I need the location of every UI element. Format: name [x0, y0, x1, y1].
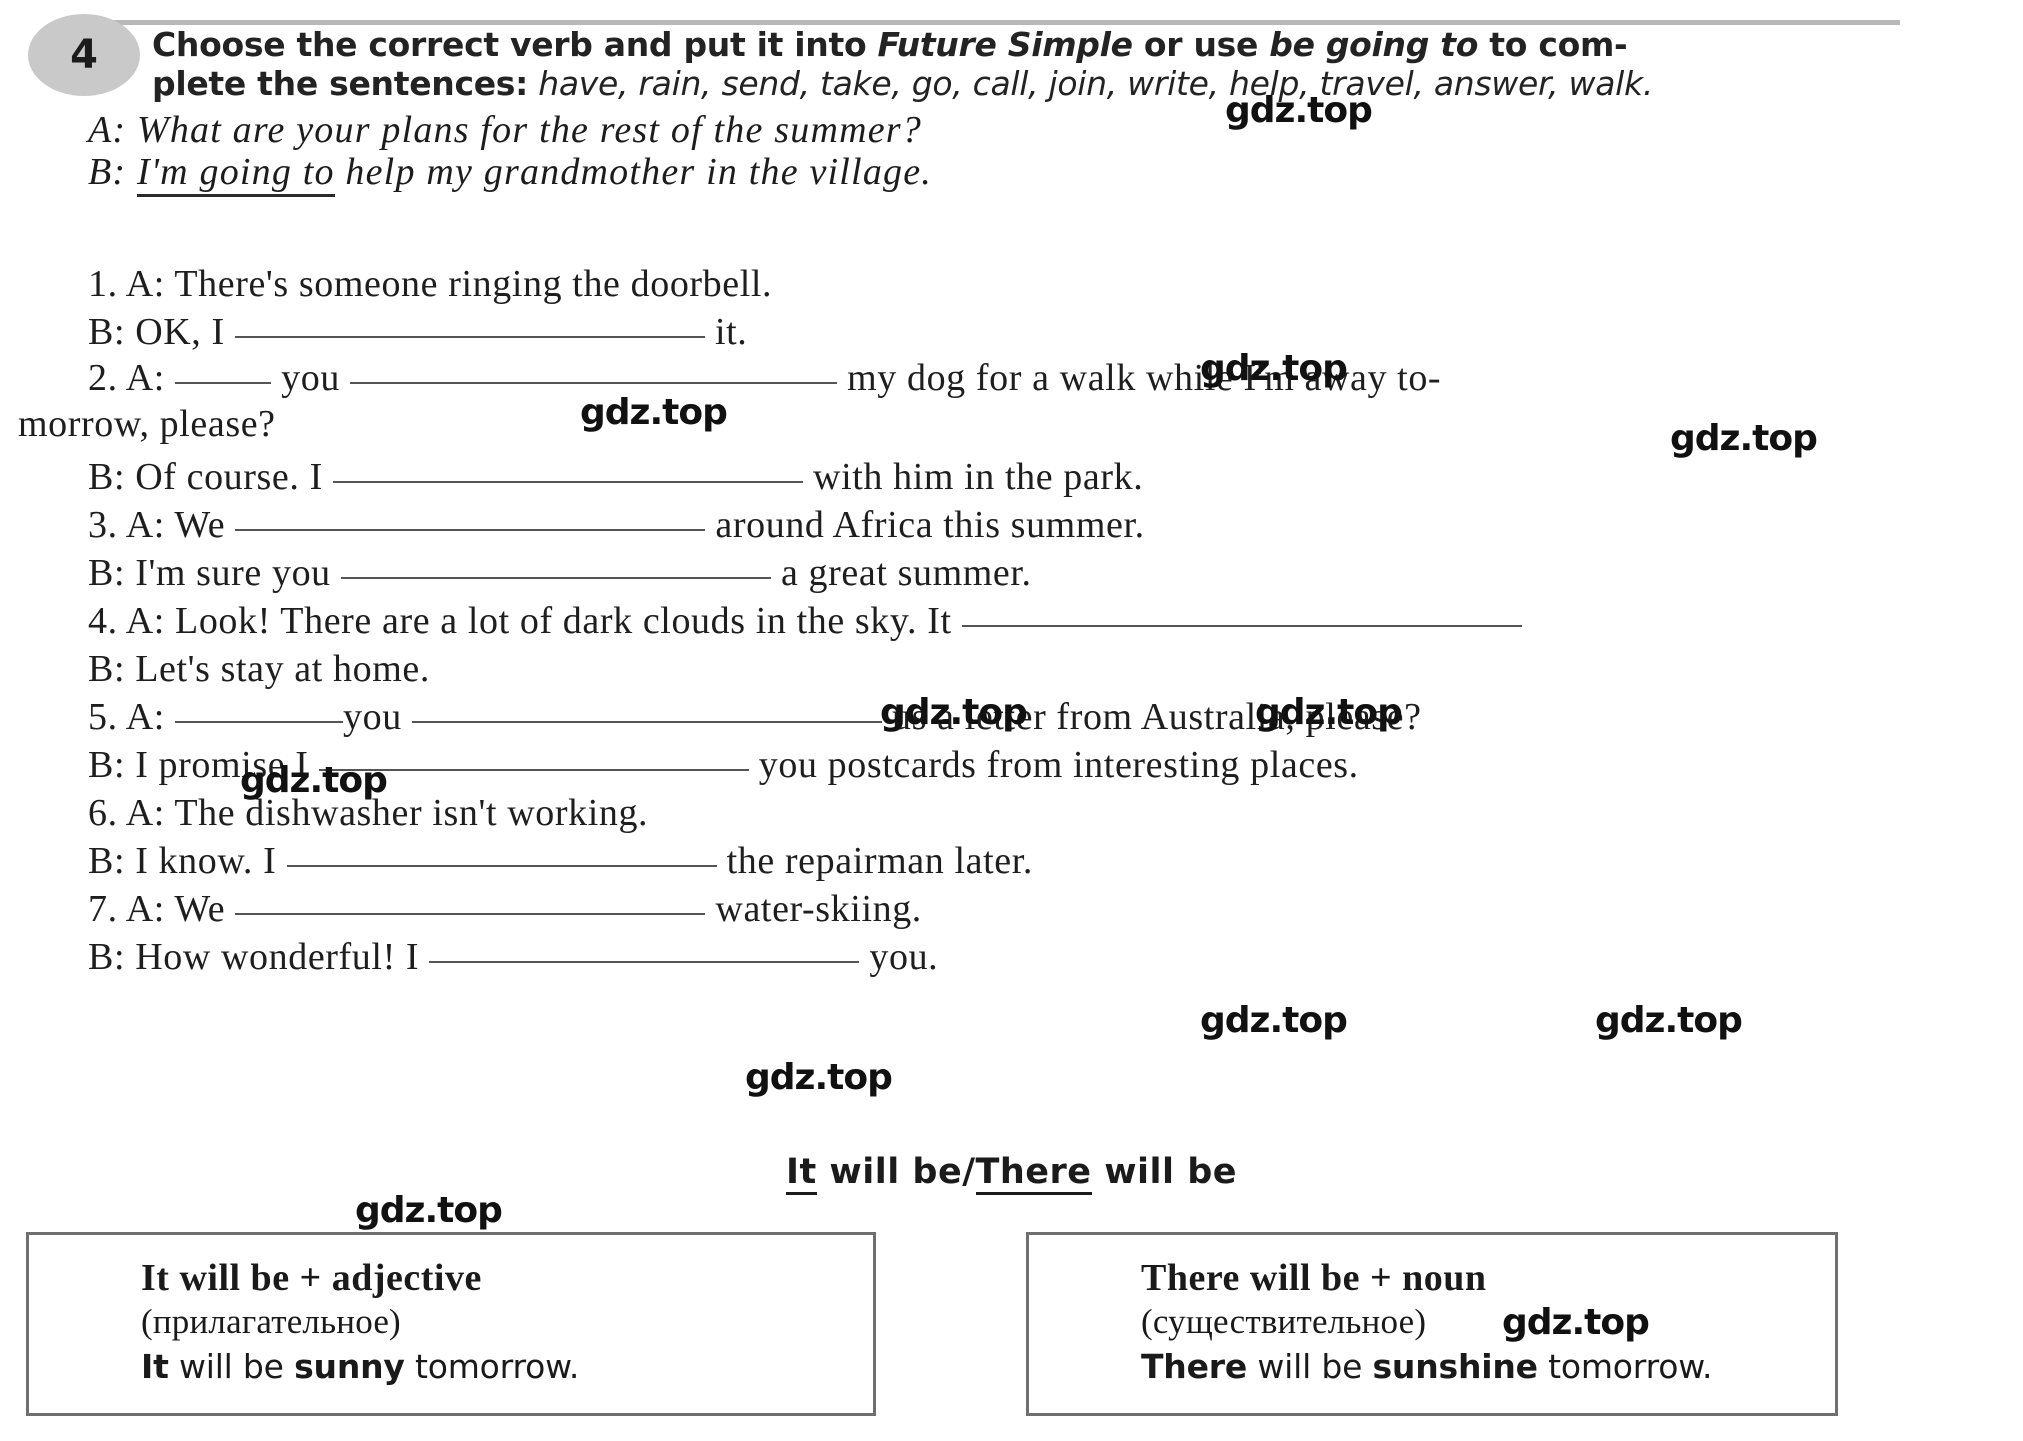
grammar-box-right-example: There will be sunshine tomorrow. [1141, 1346, 1835, 1387]
item-7b-before: B: How wonderful! I [88, 936, 430, 978]
item-5a-before: 5. A: [88, 696, 176, 738]
answer-blank[interactable] [286, 843, 717, 867]
grammar-right-ex-plain-1: will be [1247, 1347, 1373, 1387]
item-3b: B: I'm sure you a great summer. [88, 551, 1032, 595]
item-2a-after: my dog for a walk while I'm away to- [837, 357, 1442, 399]
item-5b: B: I promise I you postcards from intere… [88, 743, 1359, 787]
item-6b: B: I know. I the repairman later. [88, 839, 1033, 883]
item-3a-before: 3. A: We [88, 504, 236, 546]
answer-blank[interactable] [235, 507, 706, 531]
section-title-there: There [975, 1152, 1092, 1195]
item-2b-after: with him in the park. [802, 456, 1144, 498]
instruction-be-going-to: be going to [1269, 25, 1479, 64]
answer-blank[interactable] [961, 603, 1522, 627]
item-3a: 3. A: We around Africa this summer. [88, 503, 1145, 547]
watermark-label: gdz.top [355, 1190, 503, 1231]
item-7a-before: 7. A: We [88, 888, 236, 930]
grammar-box-left-example: It will be sunny tomorrow. [141, 1346, 873, 1387]
answer-blank[interactable] [429, 939, 860, 963]
section-title-mid: will be/ [816, 1152, 976, 1192]
item-1b-before: B: OK, I [88, 311, 235, 353]
answer-blank[interactable] [332, 459, 803, 483]
task-instruction: Choose the correct verb and put it into … [152, 25, 1902, 104]
exercise-number-badge: 4 [28, 14, 140, 96]
item-2a-before: 2. A: [88, 357, 176, 399]
section-title-it: It [785, 1152, 817, 1195]
item-2a: 2. A: you my dog for a walk while I'm aw… [88, 356, 1441, 400]
item-7b-after: you. [859, 936, 939, 978]
watermark-label: gdz.top [1200, 1000, 1348, 1041]
example-line-b: B: I'm going to help my grandmother in t… [88, 150, 932, 197]
grammar-box-right-head: There will be + noun [1141, 1257, 1487, 1299]
item-5a-after: us a letter from Australia, please? [881, 696, 1422, 738]
instruction-part-4: plete the sentences: [152, 63, 529, 103]
item-2a-middle: you [271, 357, 351, 399]
item-5a-middle: you [343, 696, 412, 738]
item-3b-before: B: I'm sure you [88, 552, 341, 594]
grammar-right-ex-bold-1: There [1141, 1347, 1248, 1387]
answer-blank[interactable] [411, 699, 882, 723]
item-5a: 5. A: you us a letter from Australia, pl… [88, 695, 1422, 739]
item-1b: B: OK, I it. [88, 310, 747, 354]
answer-blank[interactable] [350, 360, 838, 384]
answer-blank[interactable] [318, 747, 749, 771]
watermark-label: gdz.top [745, 1057, 893, 1098]
instruction-part-2: or use [1132, 25, 1270, 64]
grammar-left-ex-bold-2: sunny [294, 1347, 405, 1387]
answer-blank[interactable] [175, 360, 272, 384]
answer-blank[interactable] [340, 555, 771, 579]
watermark-label: gdz.top [1595, 1000, 1743, 1041]
watermark-label: gdz.top [1670, 418, 1818, 459]
instruction-part-1: Choose the correct verb and put it into [152, 25, 878, 64]
item-4a-before: 4. A: Look! There are a lot of dark clou… [88, 600, 962, 642]
item-4a: 4. A: Look! There are a lot of dark clou… [88, 599, 1522, 643]
item-6a: 6. A: The dishwasher isn't working. [88, 792, 649, 834]
answer-blank[interactable] [235, 891, 706, 915]
grammar-section-title: It will be/There will be [0, 1152, 2023, 1195]
answer-blank[interactable] [234, 314, 705, 338]
item-5b-before: B: I promise I [88, 744, 319, 786]
grammar-left-ex-bold-1: It [141, 1347, 169, 1387]
instruction-future-simple: Future Simple [877, 25, 1133, 64]
grammar-right-ex-bold-2: sunshine [1372, 1347, 1538, 1387]
grammar-right-ex-plain-2: tomorrow. [1537, 1347, 1713, 1387]
item-3b-after: a great summer. [770, 552, 1032, 594]
item-2b: B: Of course. I with him in the park. [88, 455, 1143, 499]
exercise-number: 4 [70, 32, 98, 78]
item-7a: 7. A: We water-skiing. [88, 887, 922, 931]
example-line-b-prefix: B: [88, 151, 137, 193]
item-7b: B: How wonderful! I you. [88, 935, 938, 979]
grammar-box-there-will-be: There will be + noun (существительное) T… [1026, 1232, 1838, 1416]
item-6b-after: the repairman later. [716, 840, 1033, 882]
item-4b: B: Let's stay at home. [88, 648, 430, 690]
example-line-b-rest: help my grandmother in the village. [334, 151, 932, 193]
item-7a-after: water-skiing. [705, 888, 922, 930]
instruction-part-3: to com- [1478, 25, 1628, 64]
item-2a-continued: morrow, please? [18, 403, 276, 445]
section-title-end: will be [1091, 1152, 1238, 1192]
item-2b-before: B: Of course. I [88, 456, 333, 498]
answer-blank[interactable] [175, 699, 344, 723]
item-3a-after: around Africa this summer. [705, 504, 1145, 546]
item-5b-after: you postcards from interesting places. [748, 744, 1359, 786]
grammar-box-left-russian: (прилагательное) [141, 1302, 401, 1342]
example-line-a: A: What are your plans for the rest of t… [88, 109, 922, 151]
grammar-box-it-will-be: It will be + adjective (прилагательное) … [26, 1232, 876, 1416]
item-1b-after: it. [704, 311, 748, 353]
item-1a: 1. A: There's someone ringing the doorbe… [88, 263, 773, 305]
grammar-box-right-russian: (существительное) [1141, 1302, 1427, 1342]
grammar-left-ex-plain-2: tomorrow. [404, 1347, 580, 1387]
grammar-box-left-head: It will be + adjective [141, 1257, 482, 1299]
grammar-left-ex-plain-1: will be [168, 1347, 295, 1387]
example-answer-underline: I'm going to [136, 151, 335, 197]
item-6b-before: B: I know. I [88, 840, 287, 882]
verb-list: have, rain, send, take, go, call, join, … [528, 63, 1654, 103]
